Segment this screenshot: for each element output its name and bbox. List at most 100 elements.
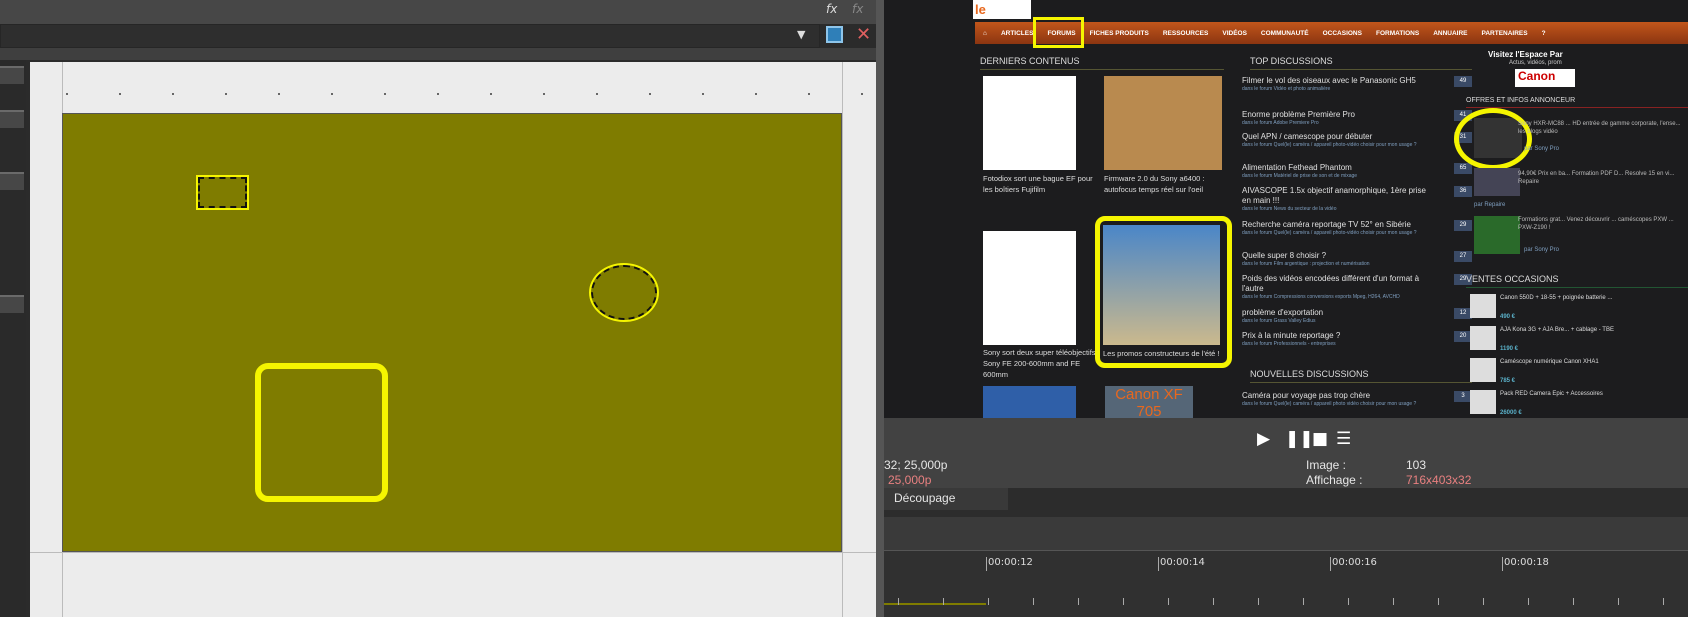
offer-author[interactable]: par Repaire [1474,201,1505,209]
discussion-item[interactable]: Caméra pour voyage pas trop chère dans l… [1242,391,1472,407]
ruler-dot [225,93,227,95]
time-label: 00:00:16 [1330,557,1377,571]
ad-thumbnail[interactable] [1474,168,1520,196]
promo-highlight [1095,216,1232,368]
ruler-tick [1573,598,1574,605]
fx-remove-icon[interactable]: fx [852,2,863,16]
nav-item[interactable]: COMMUNAUTÉ [1261,30,1309,37]
canon-logo[interactable]: Canon [1515,69,1575,87]
article-thumbnail[interactable]: Canon XF 705 [1105,386,1193,418]
ruler-tick [988,598,989,605]
nav-item[interactable]: ANNUAIRE [1433,30,1467,37]
menu-icon[interactable]: ☰ [1336,429,1351,449]
sale-price: 26000 € [1500,410,1522,416]
ruler-tick [1393,598,1394,605]
nav-item[interactable]: FICHES PRODUITS [1090,30,1149,37]
article-title[interactable]: Sony sort deux super téléobjectifs Sony … [983,347,1103,380]
sidebar-tab[interactable] [0,295,24,313]
ad-thumbnail[interactable] [1474,216,1520,254]
sale-title[interactable]: Caméscope numérique Canon XHA1 [1500,358,1688,366]
reply-count: 29 [1454,220,1472,231]
ruler-dot [172,93,174,95]
play-icon[interactable]: ▶ [1257,429,1270,449]
nav-item[interactable]: ARTICLES [1001,30,1034,37]
article-thumbnail[interactable] [983,386,1076,418]
fx-icon[interactable]: fx [826,2,837,16]
ruler-dot [808,93,810,95]
rounded-rectangle-mask[interactable] [255,363,388,502]
time-label: 00:00:12 [986,557,1033,571]
article-thumbnail[interactable] [983,76,1076,170]
offer-text[interactable]: Sony HXR-MC88 ... HD entrée de gamme cor… [1518,120,1688,136]
nav-item[interactable]: FORMATIONS [1376,30,1419,37]
ruler-tick [1438,598,1439,605]
home-icon[interactable]: ⌂ [983,30,987,37]
discussion-item[interactable]: Enorme problème Première Pro dans le foru… [1242,110,1472,126]
ruler-dot [596,93,598,95]
time-label: 00:00:18 [1502,557,1549,571]
sale-thumbnail[interactable] [1470,326,1496,350]
pause-icon[interactable]: ❚❚ [1285,429,1314,449]
ruler-tick [1528,598,1529,605]
reply-count: 27 [1454,251,1472,262]
discussion-item[interactable]: Alimentation Fethead Phantom dans le foru… [1242,163,1472,179]
nav-item[interactable]: PARTENAIRES [1482,30,1528,37]
ruler-tick [1213,598,1214,605]
ruler-tick [1303,598,1304,605]
video-frame-area[interactable] [62,113,842,552]
discussion-item[interactable]: Quelle super 8 choisir ? dans le forum Fi… [1242,251,1472,267]
preset-dropdown[interactable]: ▼ [0,24,820,48]
guide-line [842,62,843,617]
sidebar-tab[interactable] [0,66,24,84]
ruler-dot [331,93,333,95]
discussion-item[interactable]: problème d'exportation dans le forum Gras… [1242,308,1472,324]
sale-title[interactable]: Canon 550D + 18-55 + poignée batterie ..… [1500,294,1688,302]
image-label: Image : [1306,458,1347,472]
section-title: OFFRES ET INFOS ANNONCEUR [1466,97,1688,108]
ruler-dot [649,93,651,95]
offer-author[interactable]: par Sony Pro [1524,145,1559,153]
ruler-tick [1348,598,1349,605]
discussion-item[interactable]: Recherche caméra reportage TV 52° en Sib… [1242,220,1472,236]
tab-decoupage[interactable]: Découpage [884,488,1008,510]
nav-item[interactable]: RESSOURCES [1163,30,1209,37]
sale-title[interactable]: AJA Kona 3G + AJA Bre... + cablage - TBE [1500,326,1688,334]
stop-icon[interactable]: ■ [1312,429,1328,449]
clip-bar[interactable] [884,603,986,605]
save-icon[interactable] [826,26,843,43]
sale-title[interactable]: Pack RED Camera Epic + Accessoires [1500,390,1688,398]
rectangle-mask[interactable] [196,175,249,210]
sidebar-tab[interactable] [0,172,24,190]
timeline-ruler[interactable]: 00:00:12 00:00:14 00:00:16 00:00:18 [884,550,1688,617]
sidebar-tab[interactable] [0,110,24,128]
offer-text[interactable]: 94,90€ Prix en ba... Formation PDF D... … [1518,170,1688,186]
nav-item[interactable]: OCCASIONS [1323,30,1362,37]
discussion-item[interactable]: Poids des vidéos encodées différent d'un… [1242,274,1472,300]
discussion-item[interactable]: Quel APN / camescope pour débuter dans le… [1242,132,1472,148]
guide-line [30,552,876,553]
section-title: NOUVELLES DISCUSSIONS [1250,369,1472,383]
article-thumbnail[interactable] [1104,76,1222,170]
ruler-dot [490,93,492,95]
ruler-dot [861,93,863,95]
close-icon[interactable]: ✕ [856,24,871,45]
discussion-item[interactable]: AIVASCOPE 1.5x objectif anamorphique, 1è… [1242,186,1472,212]
panel-splitter[interactable] [876,0,884,617]
sale-thumbnail[interactable] [1470,390,1496,414]
discussion-item[interactable]: Filmer le vol des oiseaux avec le Panaso… [1242,76,1472,92]
article-title[interactable]: Fotodiox sort une bague EF pour les boît… [983,173,1103,195]
offer-highlight [1454,108,1532,170]
help-icon[interactable]: ? [1542,30,1546,37]
player-controls: ▶ ❚❚ ■ ☰ 32; 25,000p 25,000p Image : 103… [884,418,1688,488]
article-thumbnail[interactable] [983,231,1076,345]
offer-text[interactable]: Formations grat... Venez découvrir ... c… [1518,216,1688,232]
ellipse-mask[interactable] [589,263,659,322]
sale-thumbnail[interactable] [1470,358,1496,382]
article-title[interactable]: Firmware 2.0 du Sony a6400 : autofocus t… [1104,173,1224,195]
preview-website: le repaire ⌂ ARTICLES FORUMS FICHES PROD… [884,0,1688,418]
nav-item[interactable]: VIDÉOS [1222,30,1247,37]
discussion-item[interactable]: Prix à la minute reportage ? dans le foru… [1242,331,1472,347]
offer-author[interactable]: par Sony Pro [1524,246,1559,254]
espace-title[interactable]: Visitez l'Espace Par [1488,50,1563,59]
sale-thumbnail[interactable] [1470,294,1496,318]
